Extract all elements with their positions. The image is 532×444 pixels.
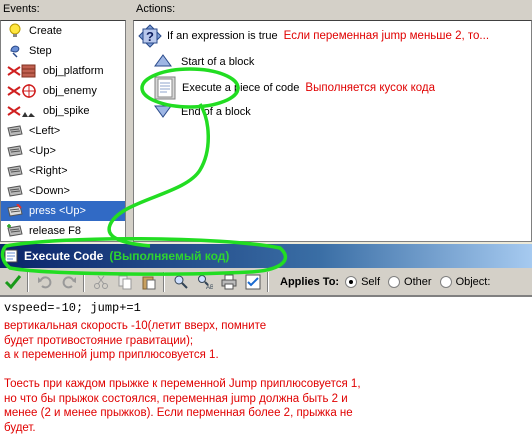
redo-icon[interactable] xyxy=(58,271,80,293)
action-end-block[interactable]: End of a block xyxy=(154,104,251,120)
explanation-line: будет. xyxy=(4,421,36,434)
actions-label: Actions: xyxy=(136,3,176,15)
event-item-obj-enemy[interactable]: obj_enemy xyxy=(1,81,125,101)
event-item-left[interactable]: <Left> xyxy=(1,121,125,141)
replace-icon[interactable]: AB xyxy=(194,271,216,293)
print-icon[interactable] xyxy=(218,271,240,293)
explanation-line: вертикальная скорость -10(летит вверх, п… xyxy=(4,320,267,332)
execute-code-titlebar[interactable]: Execute Code (Выполняемый код) xyxy=(0,244,532,268)
collision-platform-icon xyxy=(7,63,37,79)
event-item-obj-platform[interactable]: obj_platform xyxy=(1,61,125,81)
event-item-right[interactable]: <Right> xyxy=(1,161,125,181)
keyboard-icon xyxy=(7,143,23,159)
event-item-down[interactable]: <Down> xyxy=(1,181,125,201)
action-execute-code[interactable]: Execute a piece of code Выполняется кусо… xyxy=(154,76,435,100)
actions-list[interactable]: ? If an expression is true Если переменн… xyxy=(133,20,532,242)
code-explanation: вертикальная скорость -10(летит вверх, п… xyxy=(4,319,528,435)
undo-icon[interactable] xyxy=(34,271,56,293)
event-item-release-f8[interactable]: release F8 xyxy=(1,221,125,241)
keyboard-press-icon xyxy=(7,203,23,219)
find-icon[interactable] xyxy=(170,271,192,293)
check-syntax-icon[interactable] xyxy=(242,271,264,293)
radio-empty-icon xyxy=(388,275,401,288)
radio-selected-icon xyxy=(345,275,358,288)
event-item-obj-spike[interactable]: obj_spike xyxy=(1,101,125,121)
keyboard-icon xyxy=(7,163,23,179)
question-icon: ? xyxy=(138,24,162,48)
svg-text:?: ? xyxy=(146,29,154,44)
cut-icon[interactable] xyxy=(90,271,112,293)
applies-other-radio[interactable]: Other xyxy=(388,275,432,288)
event-item-create[interactable]: Create xyxy=(1,21,125,41)
event-item-press-up[interactable]: press <Up> xyxy=(1,201,125,221)
explanation-line xyxy=(4,363,528,378)
toolbar-divider xyxy=(267,271,269,292)
step-icon xyxy=(7,43,23,59)
explanation-line: менее (2 и менее прыжков). Если перменна… xyxy=(4,407,353,419)
copy-icon[interactable] xyxy=(114,271,136,293)
applies-to-label: Applies To: xyxy=(280,275,340,288)
applies-object-radio[interactable]: Object: xyxy=(439,275,490,288)
events-label: Events: xyxy=(3,3,40,15)
triangle-up-icon xyxy=(154,54,172,70)
code-text[interactable]: vspeed=-10; jump+=1 xyxy=(4,301,141,315)
bulb-icon xyxy=(7,23,23,39)
window-title-note: (Выполняемый код) xyxy=(109,249,230,263)
toolbar-divider xyxy=(163,271,165,292)
collision-spike-icon xyxy=(7,103,37,119)
triangle-down-icon xyxy=(154,104,172,120)
window-title: Execute Code xyxy=(24,249,104,263)
keyboard-release-icon xyxy=(7,223,23,239)
keyboard-icon xyxy=(7,123,23,139)
code-editor[interactable]: vspeed=-10; jump+=1 вертикальная скорост… xyxy=(0,296,532,444)
keyboard-icon xyxy=(7,183,23,199)
events-list[interactable]: Create Step obj_platform obj_enemy obj_s… xyxy=(0,20,126,242)
explanation-line: а к переменной jump приплюсовуется 1. xyxy=(4,349,219,361)
explanation-line: будет противостояние гравитации); xyxy=(4,334,194,347)
action-start-block[interactable]: Start of a block xyxy=(154,54,254,70)
event-item-up[interactable]: <Up> xyxy=(1,141,125,161)
ok-checkmark-button[interactable] xyxy=(2,271,24,293)
radio-empty-icon xyxy=(439,275,452,288)
code-toolbar: AB Applies To: Self Other Object: xyxy=(0,268,532,296)
toolbar-divider xyxy=(27,271,29,292)
toolbar-divider xyxy=(83,271,85,292)
code-window-icon xyxy=(4,249,18,263)
collision-enemy-icon xyxy=(7,83,37,99)
action-if-expression[interactable]: ? If an expression is true Если переменн… xyxy=(138,24,489,48)
event-item-step[interactable]: Step xyxy=(1,41,125,61)
svg-text:AB: AB xyxy=(206,285,213,290)
code-page-icon xyxy=(154,76,176,100)
applies-self-radio[interactable]: Self xyxy=(345,275,380,288)
paste-icon[interactable] xyxy=(138,271,160,293)
explanation-line: Тоесть при каждом прыжке к переменной Ju… xyxy=(4,378,361,390)
explanation-line: но что бы прыжок состоялся, переменная j… xyxy=(4,392,348,405)
